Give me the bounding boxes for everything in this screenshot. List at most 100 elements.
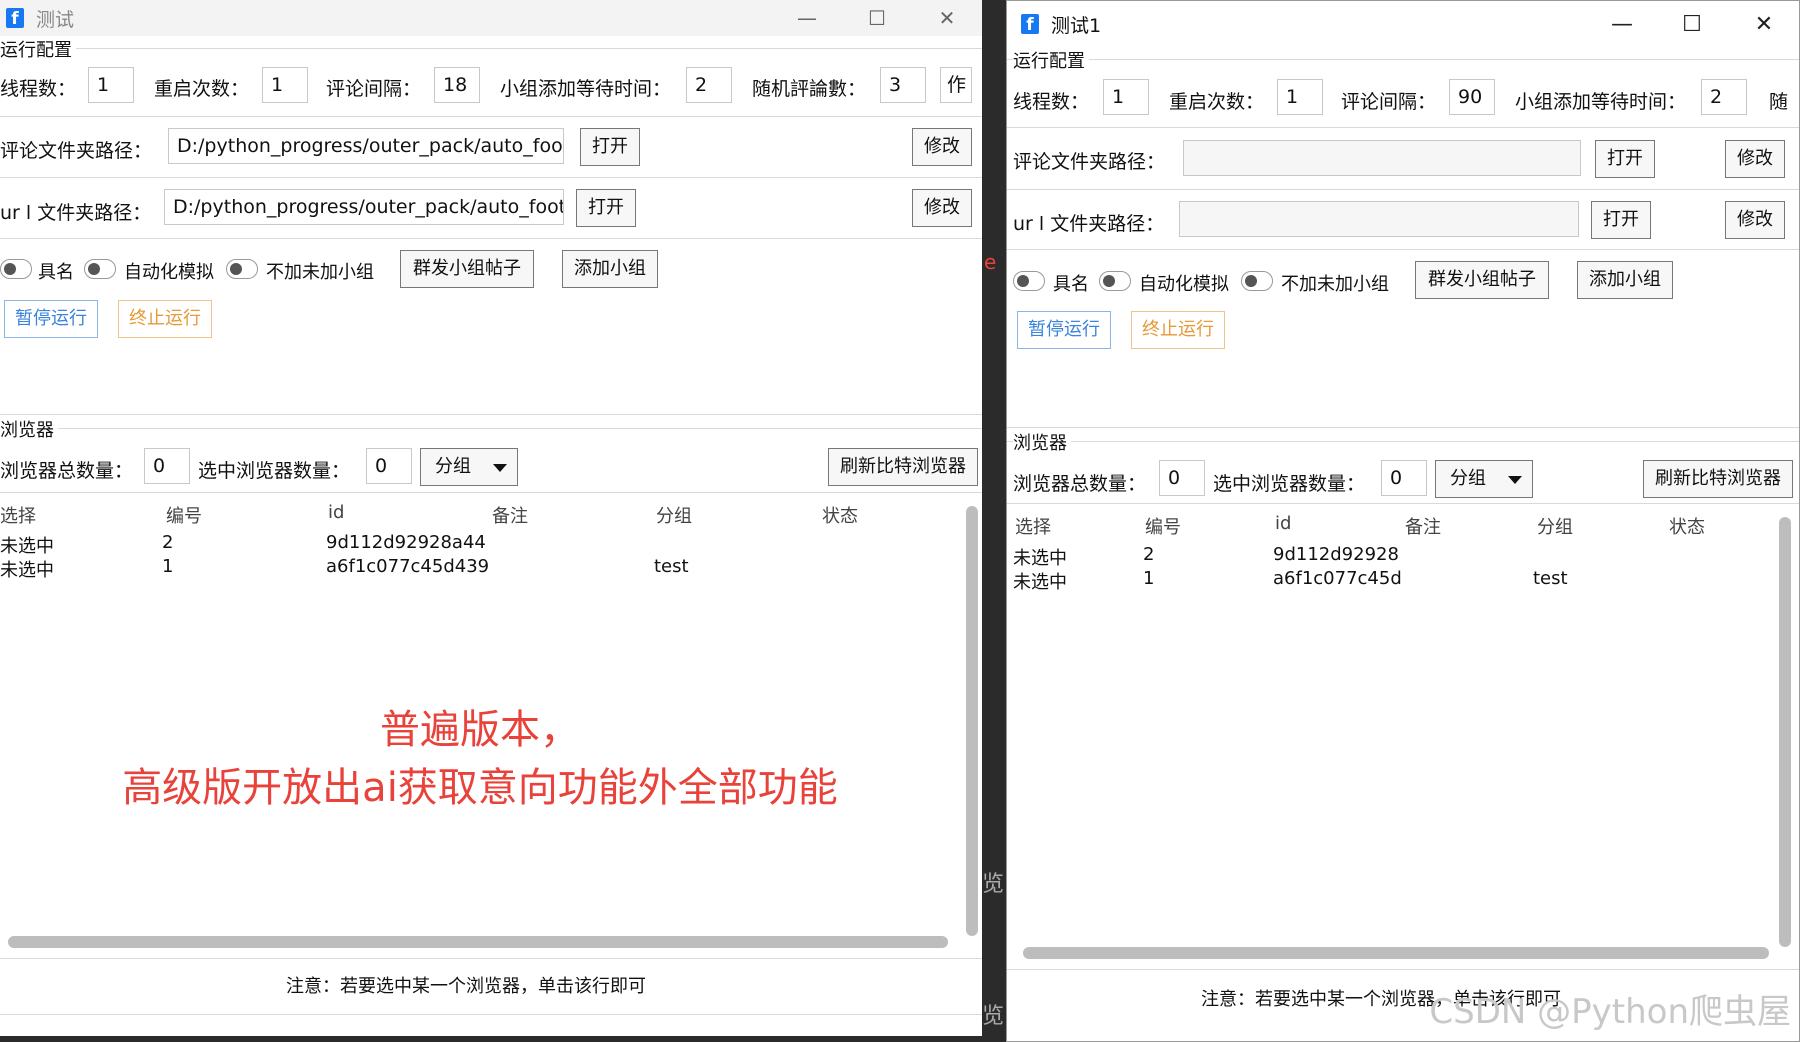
cell-number: 1 <box>162 556 174 577</box>
table-note: 注意：若要选中某一个浏览器，单击该行即可 <box>286 976 646 997</box>
run-config-label: 运行配置 <box>0 36 76 62</box>
minimize-button[interactable]: — <box>772 0 842 36</box>
random-comments-input[interactable]: 3 <box>880 67 926 103</box>
automation-label: 自动化模拟 <box>1139 274 1229 295</box>
add-group-button[interactable]: 添加小组 <box>1577 261 1673 299</box>
column-header-id[interactable]: id <box>1275 513 1291 534</box>
close-button[interactable]: ✕ <box>912 0 982 36</box>
mass-post-button[interactable]: 群发小组帖子 <box>1415 261 1549 299</box>
refresh-browser-button[interactable]: 刷新比特浏览器 <box>828 448 978 486</box>
restart-input[interactable]: 1 <box>262 67 308 103</box>
facebook-icon: f <box>1021 14 1039 35</box>
group-select[interactable]: 分组 <box>1435 460 1533 498</box>
promo-text-line1: 普遍版本， <box>380 707 580 753</box>
url-path-label: ur l 文件夹路径： <box>1013 213 1165 235</box>
browser-selected-input[interactable]: 0 <box>1381 460 1427 496</box>
no-join-toggle[interactable] <box>226 259 258 279</box>
cell-id: 9d112d92928 <box>1273 544 1399 565</box>
window-title: 测试1 <box>1051 14 1102 37</box>
browser-total-label: 浏览器总数量： <box>1013 473 1147 495</box>
group-wait-label: 小组添加等待时间： <box>500 78 672 100</box>
add-group-button[interactable]: 添加小组 <box>562 250 658 288</box>
minimize-button[interactable]: — <box>1587 1 1657 47</box>
chevron-down-icon <box>1508 476 1522 484</box>
browser-selected-label: 选中浏览器数量： <box>1213 473 1366 495</box>
url-path-input[interactable] <box>1179 201 1579 237</box>
stop-button[interactable]: 终止运行 <box>1131 311 1225 349</box>
stop-button[interactable]: 终止运行 <box>118 300 212 338</box>
pause-button[interactable]: 暂停运行 <box>4 300 98 338</box>
group-select[interactable]: 分组 <box>420 448 518 486</box>
cell-remark: test <box>654 556 689 577</box>
comment-open-button[interactable]: 打开 <box>580 128 640 166</box>
url-open-button[interactable]: 打开 <box>576 189 636 227</box>
browser-selected-input[interactable]: 0 <box>366 448 412 484</box>
browser-total-label: 浏览器总数量： <box>0 460 134 482</box>
restart-input[interactable]: 1 <box>1277 79 1323 115</box>
extra-input[interactable]: 作 <box>940 67 972 103</box>
column-header-status[interactable]: 状态 <box>1669 513 1705 539</box>
group-select-value: 分组 <box>435 456 471 477</box>
comment-path-input[interactable] <box>1183 140 1581 176</box>
column-header-group[interactable]: 分组 <box>1537 513 1573 539</box>
anonymous-label: 具名 <box>38 262 74 283</box>
column-header-number[interactable]: 编号 <box>166 502 202 528</box>
watermark: CSDN @Python爬虫屋 <box>1429 992 1791 1032</box>
automation-toggle[interactable] <box>84 259 116 279</box>
url-path-input[interactable]: D:/python_progress/outer_pack/auto_foot/… <box>164 189 564 225</box>
background-text: e <box>984 250 997 274</box>
url-modify-button[interactable]: 修改 <box>1725 201 1785 239</box>
anonymous-toggle[interactable] <box>1013 271 1045 291</box>
automation-label: 自动化模拟 <box>124 262 214 283</box>
comment-modify-button[interactable]: 修改 <box>1725 140 1785 178</box>
no-join-label: 不加未加小组 <box>266 262 374 283</box>
column-header-id[interactable]: id <box>328 502 344 523</box>
column-header-status[interactable]: 状态 <box>822 502 858 528</box>
threads-input[interactable]: 1 <box>88 67 134 103</box>
refresh-browser-button[interactable]: 刷新比特浏览器 <box>1643 460 1793 498</box>
browser-total-input[interactable]: 0 <box>1159 460 1205 496</box>
title-bar: f 测试 — ☐ ✕ <box>0 0 982 36</box>
title-bar: f 测试1 — ☐ ✕ <box>1007 1 1799 47</box>
group-wait-input[interactable]: 2 <box>1701 79 1747 115</box>
run-config-label: 运行配置 <box>1013 47 1089 73</box>
automation-toggle[interactable] <box>1099 271 1131 291</box>
cell-id: 9d112d92928a44 <box>326 532 486 553</box>
anonymous-toggle[interactable] <box>0 259 32 279</box>
no-join-toggle[interactable] <box>1241 271 1273 291</box>
group-select-value: 分组 <box>1450 468 1486 489</box>
no-join-label: 不加未加小组 <box>1281 274 1389 295</box>
threads-input[interactable]: 1 <box>1103 79 1149 115</box>
mass-post-button[interactable]: 群发小组帖子 <box>400 250 534 288</box>
close-button[interactable]: ✕ <box>1729 1 1799 47</box>
facebook-icon: f <box>6 8 24 29</box>
browser-total-input[interactable]: 0 <box>144 448 190 484</box>
comment-open-button[interactable]: 打开 <box>1595 140 1655 178</box>
comment-path-label: 评论文件夹路径： <box>0 140 153 162</box>
horizontal-scrollbar[interactable] <box>8 936 948 948</box>
cell-select: 未选中 <box>0 560 54 581</box>
column-header-remark[interactable]: 备注 <box>492 502 528 528</box>
url-modify-button[interactable]: 修改 <box>912 189 972 227</box>
comment-modify-button[interactable]: 修改 <box>912 128 972 166</box>
maximize-button[interactable]: ☐ <box>842 0 912 36</box>
column-header-remark[interactable]: 备注 <box>1405 513 1441 539</box>
interval-input[interactable]: 90 <box>1449 79 1495 115</box>
cell-group: test <box>1533 568 1568 589</box>
group-wait-input[interactable]: 2 <box>686 67 732 103</box>
horizontal-scrollbar[interactable] <box>1023 947 1769 959</box>
maximize-button[interactable]: ☐ <box>1657 1 1727 47</box>
promo-text-line2: 高级版开放出ai获取意向功能外全部功能 <box>122 765 838 811</box>
column-header-number[interactable]: 编号 <box>1145 513 1181 539</box>
column-header-group[interactable]: 分组 <box>656 502 692 528</box>
comment-path-input[interactable]: D:/python_progress/outer_pack/auto_foot/… <box>168 128 564 164</box>
column-header-select[interactable]: 选择 <box>1015 513 1051 539</box>
url-open-button[interactable]: 打开 <box>1591 201 1651 239</box>
pause-button[interactable]: 暂停运行 <box>1017 311 1111 349</box>
vertical-scrollbar[interactable] <box>966 506 978 936</box>
column-header-select[interactable]: 选择 <box>0 502 36 528</box>
window-title: 测试 <box>36 8 75 31</box>
app-window-2: f 测试1 — ☐ ✕ 运行配置 线程数： 1 重启次数： 1 评论间隔： 90… <box>1006 0 1800 1042</box>
interval-input[interactable]: 18 <box>434 67 480 103</box>
vertical-scrollbar[interactable] <box>1779 517 1791 947</box>
